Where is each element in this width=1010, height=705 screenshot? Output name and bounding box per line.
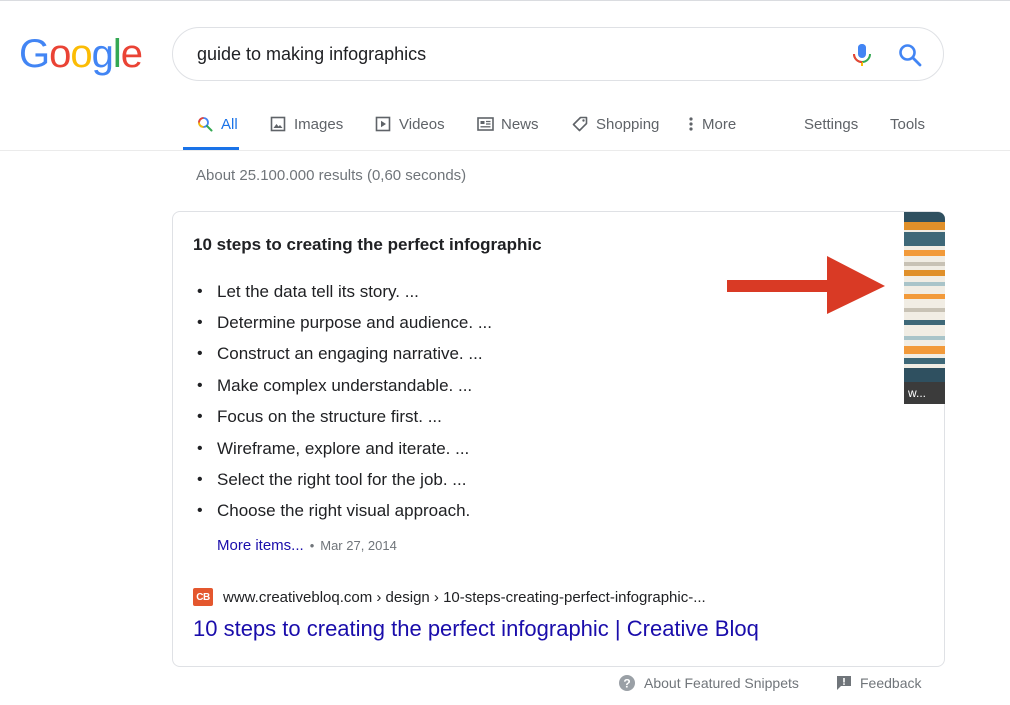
image-icon [269,115,287,133]
snippet-date: Mar 27, 2014 [320,538,397,553]
search-input[interactable] [197,40,817,68]
settings-link[interactable]: Settings [804,112,858,136]
more-items-link[interactable]: More items... [217,537,304,554]
about-snippets-label: About Featured Snippets [644,675,799,691]
search-icon [196,115,214,133]
result-url[interactable]: www.creativebloq.com › design › 10-steps… [223,589,706,606]
thumbnail-band [904,294,945,299]
snippet-title: 10 steps to creating the perfect infogra… [193,235,542,254]
search-icon[interactable] [897,42,923,68]
search-tabs: All Images Videos News Shopping More Set… [0,104,1010,150]
thumbnail-band [904,222,945,230]
more-vertical-icon [687,115,695,133]
help-icon: ? [619,675,635,691]
tools-link[interactable]: Tools [890,112,925,136]
list-item: Determine purpose and audience. ... [197,307,492,338]
thumbnail-band [904,368,945,382]
tab-shopping[interactable]: Shopping [571,112,659,136]
thumbnail-band [904,308,945,312]
more-items-row: More items... • Mar 27, 2014 [217,537,397,554]
thumbnail-band [904,232,945,246]
thumbnail-band [904,250,945,256]
list-item: Focus on the structure first. ... [197,402,492,433]
feedback-label: Feedback [860,675,922,691]
tab-label: News [501,115,539,133]
snippet-list: Let the data tell its story. ... Determi… [197,276,492,527]
tab-videos[interactable]: Videos [374,112,445,136]
result-title-link[interactable]: 10 steps to creating the perfect infogra… [193,616,759,642]
tab-label: Images [294,115,344,133]
tab-news[interactable]: News [476,112,539,136]
thumbnail-band [904,320,945,325]
thumbnail-band [904,336,945,340]
separator-dot: • [309,538,315,553]
logo-letter: g [91,32,114,76]
result-stats: About 25.100.000 results (0,60 seconds) [196,167,467,184]
microphone-icon[interactable] [850,42,874,68]
list-item: Select the right tool for the job. ... [197,464,492,495]
infographic-thumbnail[interactable]: w... [904,212,945,404]
list-item: Let the data tell its story. ... [197,276,492,307]
tab-images[interactable]: Images [269,112,343,136]
list-item: Construct an engaging narrative. ... [197,339,492,370]
tab-more[interactable]: More [687,112,736,136]
logo-letter: o [70,32,92,76]
feedback-icon [837,676,851,690]
about-featured-snippets[interactable]: ? About Featured Snippets [618,673,799,693]
tab-label: Shopping [596,115,660,133]
logo-letter: G [19,32,50,76]
tab-all[interactable]: All [196,112,238,136]
thumbnail-band [904,262,945,266]
search-box [172,27,944,81]
thumbnail-band [904,282,945,286]
tab-label: Videos [399,115,445,133]
creativebloq-favicon: CB [193,588,213,606]
play-icon [374,115,392,133]
thumbnail-band [904,212,945,222]
logo-letter: e [120,32,143,76]
thumbnail-caption: w... [904,382,945,404]
svg-text:?: ? [623,677,630,691]
tab-label: All [221,115,238,133]
list-item: Wireframe, explore and iterate. ... [197,433,492,464]
google-logo[interactable]: Google [19,30,143,78]
red-arrow-annotation [727,256,885,314]
tag-icon [571,115,589,133]
tab-label: More [702,115,737,133]
thumbnail-band [904,346,945,354]
logo-letter: o [49,32,71,76]
thumbnail-band [904,270,945,276]
top-border [0,0,1010,1]
source-row: CB www.creativebloq.com › design › 10-st… [193,588,706,606]
newspaper-icon [476,115,494,133]
list-item: Choose the right visual approach. [197,496,492,527]
tabs-divider [0,150,1010,151]
logo-letter: l [112,32,122,76]
list-item: Make complex understandable. ... [197,370,492,401]
feedback-button[interactable]: Feedback [836,673,921,693]
thumbnail-band [904,358,945,364]
